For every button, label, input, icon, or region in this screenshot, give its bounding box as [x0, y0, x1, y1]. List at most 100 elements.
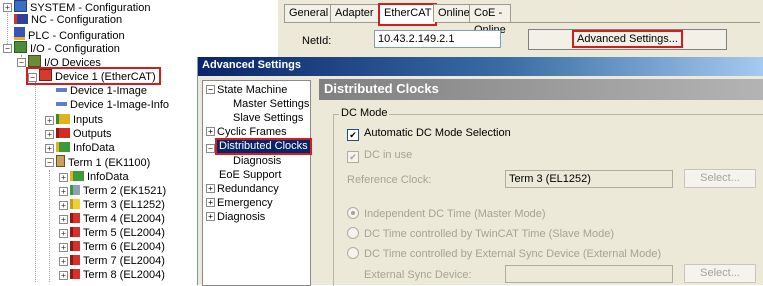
radio-icon	[347, 227, 359, 239]
tree-item-term3[interactable]: Term 3 (EL1252)	[70, 198, 165, 212]
tree-item-term2[interactable]: Term 2 (EK1521)	[70, 184, 166, 198]
terminal-icon	[70, 213, 80, 223]
image-info-icon	[56, 102, 67, 106]
advanced-settings-label: Advanced Settings...	[572, 30, 683, 48]
expand-toggle[interactable]: +	[206, 198, 215, 207]
panel-title: Distributed Clocks	[324, 81, 439, 96]
tree-item-inputs[interactable]: Inputs	[56, 113, 103, 127]
terminal-icon	[70, 185, 80, 195]
nav-distributed-clocks[interactable]: Distributed Clocks	[215, 138, 312, 155]
expand-toggle[interactable]: +	[45, 144, 54, 153]
reference-clock-select-button[interactable]: Select...	[684, 169, 756, 188]
nav-diagnosis[interactable]: + Diagnosis	[206, 211, 265, 224]
expand-toggle[interactable]: +	[3, 3, 12, 12]
nav-state-machine[interactable]: − State Machine	[206, 84, 287, 97]
nav-eoe-support[interactable]: EoE Support	[219, 169, 281, 182]
checkbox-checked-icon: ✔	[347, 129, 359, 141]
expand-toggle[interactable]: +	[59, 173, 68, 182]
tree-item-term4[interactable]: Term 4 (EL2004)	[70, 212, 165, 226]
tree-item-nc[interactable]: NC - Configuration	[14, 13, 122, 27]
radio-icon	[347, 247, 359, 259]
tab-adapter[interactable]: Adapter	[330, 4, 379, 22]
image-icon	[56, 88, 67, 92]
outputs-icon	[56, 128, 70, 138]
expand-toggle[interactable]: +	[59, 229, 68, 238]
expand-toggle[interactable]: +	[59, 257, 68, 266]
tree-item-device1-image-info[interactable]: Device 1-Image-Info	[56, 98, 169, 112]
collapse-toggle[interactable]: −	[206, 85, 215, 94]
expand-toggle[interactable]: +	[45, 130, 54, 139]
nav-redundancy[interactable]: + Redundancy	[206, 183, 279, 196]
plc-icon	[14, 27, 25, 40]
system-icon	[14, 0, 27, 12]
tree-item-term1[interactable]: Term 1 (EK1100)	[56, 155, 150, 169]
device-properties-pane: General Adapter EtherCAT Online CoE - On…	[278, 0, 763, 59]
tree-item-term6[interactable]: Term 6 (EL2004)	[70, 240, 165, 254]
tab-general[interactable]: General	[284, 4, 334, 22]
tree-item-io[interactable]: I/O - Configuration	[14, 41, 120, 55]
terminal-icon	[70, 227, 80, 237]
tree-item-device1-image[interactable]: Device 1-Image	[56, 84, 147, 98]
nav-master-settings[interactable]: Master Settings	[233, 98, 309, 111]
infodata-icon	[56, 142, 70, 152]
expand-toggle[interactable]: +	[206, 212, 215, 221]
expand-toggle[interactable]: +	[59, 215, 68, 224]
tree-item-term1-infodata[interactable]: InfoData	[70, 170, 129, 184]
expand-toggle[interactable]: +	[206, 184, 215, 193]
nav-slave-settings[interactable]: Slave Settings	[233, 112, 303, 125]
expand-toggle[interactable]: +	[206, 127, 215, 136]
radio-selected-icon	[347, 207, 359, 219]
expand-toggle[interactable]: +	[59, 187, 68, 196]
tree-item-infodata[interactable]: InfoData	[56, 141, 115, 155]
radio-external-dc[interactable]: DC Time controlled by External Sync Devi…	[347, 247, 661, 261]
radio-twincat-dc[interactable]: DC Time controlled by TwinCAT Time (Slav…	[347, 227, 614, 241]
devices-icon	[28, 55, 41, 67]
expand-toggle[interactable]: +	[59, 201, 68, 210]
panel-header: Distributed Clocks	[319, 79, 763, 100]
collapse-toggle[interactable]: −	[28, 73, 37, 82]
dialog-title: Advanced Settings	[202, 59, 302, 71]
nc-icon	[14, 14, 28, 24]
tree-item-term8[interactable]: Term 8 (EL2004)	[70, 268, 165, 282]
tree-item-outputs[interactable]: Outputs	[56, 127, 112, 141]
tree-item-plc[interactable]: PLC - Configuration	[14, 27, 125, 42]
terminal-coupler-icon	[56, 155, 65, 167]
netid-label: NetId:	[302, 35, 332, 47]
external-sync-field	[505, 265, 673, 283]
tree-item-term5[interactable]: Term 5 (EL2004)	[70, 226, 165, 240]
collapse-toggle[interactable]: −	[206, 144, 215, 153]
dialog-titlebar[interactable]: Advanced Settings	[198, 57, 763, 76]
io-icon	[14, 41, 27, 53]
distributed-clocks-panel: Distributed Clocks DC Mode ✔ Automatic DC…	[319, 79, 763, 286]
expand-toggle[interactable]: +	[59, 271, 68, 280]
nav-emergency[interactable]: + Emergency	[206, 197, 273, 210]
settings-nav-tree: − State Machine Master Settings Slave Set…	[202, 80, 312, 286]
nav-dc-diagnosis[interactable]: Diagnosis	[233, 155, 281, 168]
reference-clock-label: Reference Clock:	[347, 174, 432, 186]
inputs-icon	[56, 114, 70, 124]
advanced-settings-button[interactable]: Advanced Settings...	[528, 29, 727, 50]
terminal-icon	[70, 269, 80, 279]
expand-toggle[interactable]: +	[45, 116, 54, 125]
tree-item-device1[interactable]: − Device 1 (EtherCAT)	[26, 67, 161, 85]
tree-item-system[interactable]: SYSTEM - Configuration	[14, 0, 150, 14]
ethercat-device-icon	[39, 69, 52, 81]
external-sync-select-button[interactable]: Select...	[684, 264, 756, 283]
radio-independent-dc[interactable]: Independent DC Time (Master Mode)	[347, 207, 546, 221]
terminal-icon	[70, 255, 80, 265]
dc-in-use-checkbox[interactable]: ✔ DC in use	[347, 149, 412, 163]
netid-field[interactable]: 10.43.2.149.2.1	[374, 30, 501, 48]
collapse-toggle[interactable]: −	[3, 44, 12, 53]
external-sync-label: External Sync Device:	[364, 269, 472, 281]
nav-cyclic-frames[interactable]: + Cyclic Frames	[206, 126, 287, 139]
collapse-toggle[interactable]: −	[17, 58, 26, 67]
checkbox-checked-icon: ✔	[347, 151, 359, 163]
collapse-toggle[interactable]: −	[45, 158, 54, 167]
auto-dc-checkbox[interactable]: ✔ Automatic DC Mode Selection	[347, 127, 511, 141]
tree-item-term7[interactable]: Term 7 (EL2004)	[70, 254, 165, 268]
tree-item-io-devices[interactable]: I/O Devices	[28, 55, 101, 69]
tab-ethercat[interactable]: EtherCAT	[378, 3, 438, 26]
tab-coe-online[interactable]: CoE - Online	[469, 4, 511, 36]
expand-toggle[interactable]: +	[59, 243, 68, 252]
dc-mode-label: DC Mode	[339, 107, 390, 119]
